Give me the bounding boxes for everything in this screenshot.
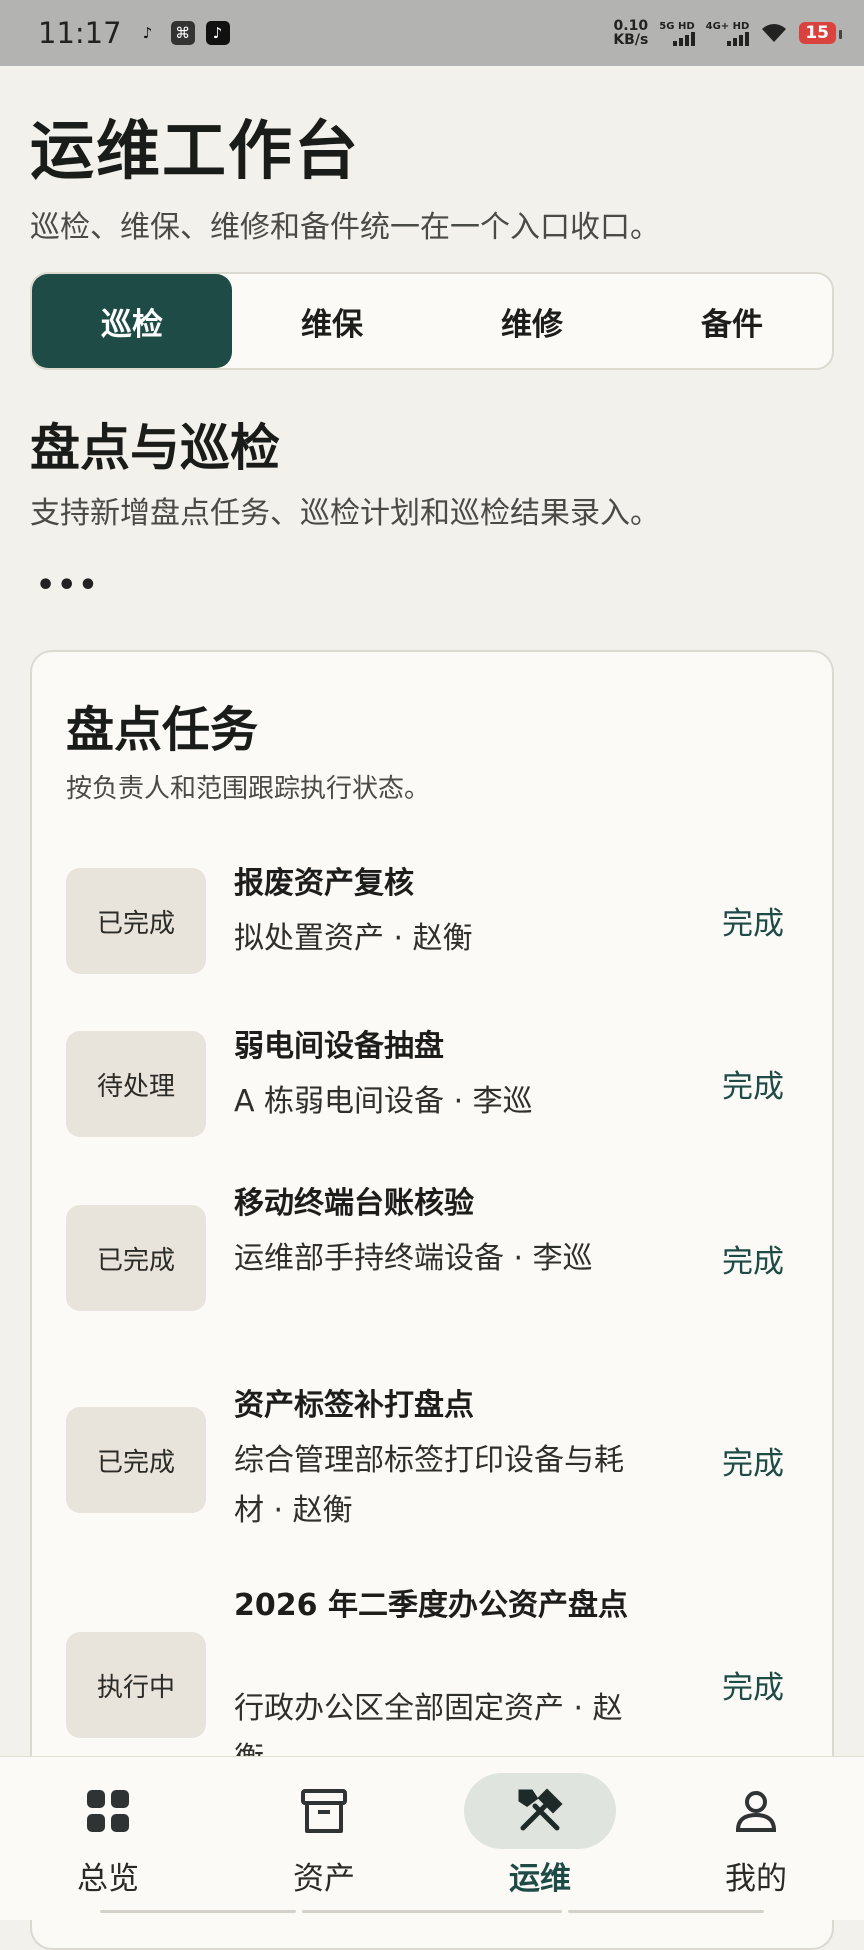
more-options-button[interactable]: •••: [36, 568, 100, 603]
task-name: 2026 年二季度办公资产盘点: [234, 1588, 628, 1623]
archive-box-icon: [298, 1785, 350, 1837]
task-desc: 运维部手持终端设备 · 李巡: [234, 1241, 593, 1276]
nav-item-assets[interactable]: 资产: [216, 1757, 432, 1920]
bottom-nav: 总览 资产 运维 我的: [0, 1756, 864, 1920]
task-name: 移动终端台账核验: [234, 1186, 474, 1221]
tiktok-icon: ♪: [135, 21, 160, 45]
complete-button[interactable]: 完成: [722, 1236, 784, 1281]
task-desc: 拟处置资产 · 赵衡: [234, 921, 473, 956]
tab-maintenance[interactable]: 维保: [232, 274, 432, 368]
grid-icon: [82, 1785, 134, 1837]
nav-label: 总览: [77, 1861, 139, 1897]
complete-button[interactable]: 完成: [722, 1662, 784, 1707]
complete-button[interactable]: 完成: [722, 1061, 784, 1106]
segmented-tabs: 巡检 维保 维修 备件: [30, 272, 834, 370]
status-badge: 已完成: [66, 1407, 206, 1513]
nav-item-profile[interactable]: 我的: [648, 1757, 864, 1920]
complete-button[interactable]: 完成: [722, 1438, 784, 1483]
page-title: 运维工作台: [30, 115, 360, 189]
tools-icon: [514, 1785, 566, 1837]
status-badge: 执行中: [66, 1632, 206, 1738]
page-subtitle: 巡检、维保、维修和备件统一在一个入口收口。: [30, 210, 660, 245]
net-speed: 0.10 KB/s: [613, 18, 649, 48]
tiktok-app-icon: ♪: [205, 21, 230, 45]
home-indicator: [0, 1910, 864, 1920]
card-title: 盘点任务: [66, 702, 259, 758]
task-desc: A 栋弱电间设备 · 李巡: [234, 1084, 533, 1119]
nav-label: 我的: [725, 1861, 787, 1897]
section-title: 盘点与巡检: [30, 419, 280, 477]
signal-5g-icon: 5G HD: [659, 21, 695, 46]
task-name: 资产标签补打盘点: [234, 1388, 474, 1423]
inventory-task-card: 盘点任务 按负责人和范围跟踪执行状态。 已完成 报废资产复核 拟处置资产 · 赵…: [30, 650, 834, 1950]
card-subtitle: 按负责人和范围跟踪执行状态。: [66, 774, 431, 804]
nav-label: 运维: [509, 1861, 571, 1897]
battery-icon: 15: [799, 22, 842, 44]
nav-item-operations[interactable]: 运维: [432, 1757, 648, 1920]
nav-item-overview[interactable]: 总览: [0, 1757, 216, 1920]
tab-spare-parts[interactable]: 备件: [632, 274, 832, 368]
status-badge: 已完成: [66, 868, 206, 974]
status-badge: 待处理: [66, 1031, 206, 1137]
status-bar: 11:17 ♪ ⌘ ♪ 0.10 KB/s 5G HD 4G+ HD 15: [0, 0, 864, 66]
tab-inspection[interactable]: 巡检: [32, 274, 232, 368]
nav-label: 资产: [293, 1861, 355, 1897]
tab-repair[interactable]: 维修: [432, 274, 632, 368]
capcut-icon: ⌘: [170, 21, 195, 45]
task-desc: 综合管理部标签打印设备与耗材 · 赵衡: [234, 1443, 624, 1528]
section-subtitle: 支持新增盘点任务、巡检计划和巡检结果录入。: [30, 496, 660, 531]
status-time: 11:17: [38, 16, 122, 50]
wifi-icon: [762, 24, 787, 42]
user-icon: [730, 1785, 782, 1837]
complete-button[interactable]: 完成: [722, 898, 784, 943]
task-name: 报废资产复核: [234, 866, 414, 901]
task-name: 弱电间设备抽盘: [234, 1029, 444, 1064]
status-badge: 已完成: [66, 1205, 206, 1311]
signal-4g-icon: 4G+ HD: [706, 21, 750, 46]
